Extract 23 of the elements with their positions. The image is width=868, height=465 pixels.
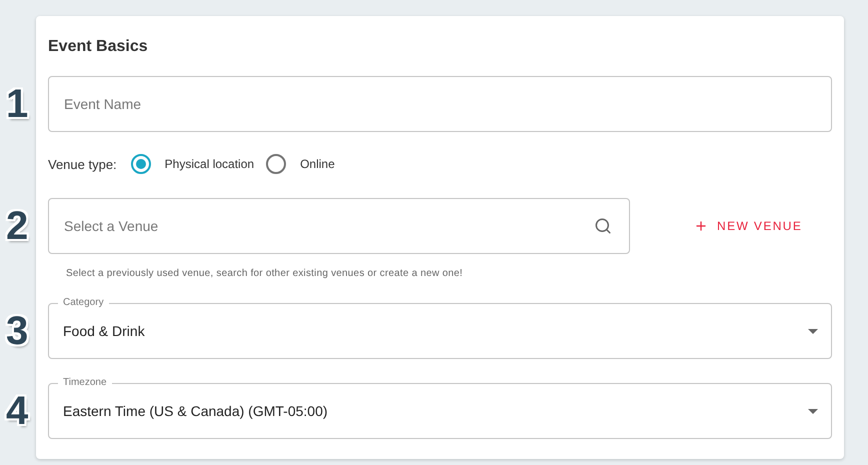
radio-icon[interactable] <box>266 154 286 174</box>
step-number: 2 <box>6 206 28 246</box>
radio-option[interactable]: Online <box>266 154 335 174</box>
radio-option[interactable]: Physical location <box>130 154 254 174</box>
field-value: Food & Drink <box>63 323 146 339</box>
field-label: Category <box>58 297 109 309</box>
step-number: 4 <box>6 391 28 431</box>
venue-type-label: Venue type: <box>48 156 117 172</box>
helper-text: Select a previously used venue, search for other existing venues or create a new one! <box>66 268 464 279</box>
plus-icon <box>694 219 708 233</box>
caret-icon <box>808 408 818 414</box>
new-venue-button[interactable]: NEW VENUE <box>686 213 810 239</box>
step-number: 1 <box>6 84 28 124</box>
select-field[interactable]: Category Food & Drink <box>48 296 832 359</box>
search-icon <box>594 217 612 235</box>
radio-icon[interactable] <box>130 154 151 174</box>
search-field[interactable]: Select a Venue <box>48 198 630 254</box>
field-value: Eastern Time (US & Canada) (GMT-05:00) <box>63 403 329 419</box>
card-title: Event Basics <box>48 38 149 56</box>
select-field[interactable]: Timezone Eastern Time (US & Canada) (GMT-05:00) <box>48 376 832 439</box>
step-number: 3 <box>6 311 28 351</box>
input-field[interactable]: Event Name <box>48 76 832 132</box>
caret-icon <box>808 328 818 334</box>
